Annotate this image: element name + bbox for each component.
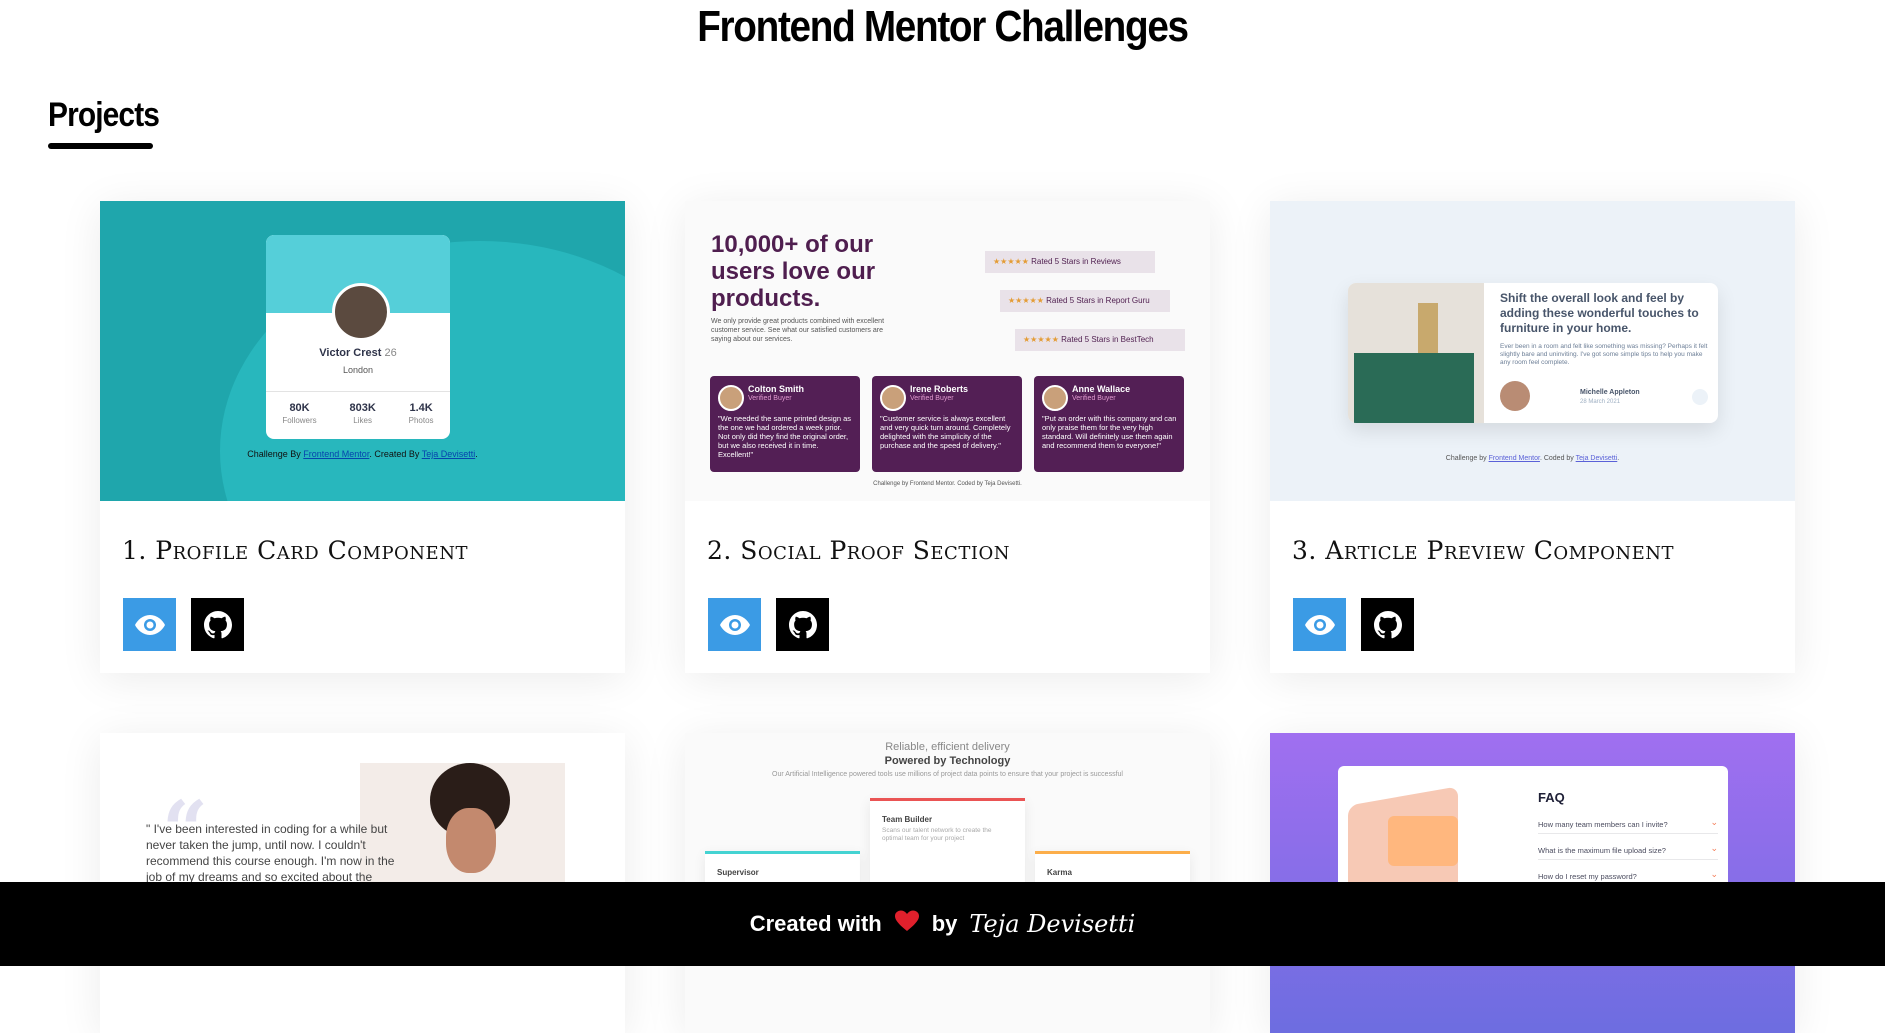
review-text: "We needed the same printed design as th…: [718, 414, 852, 459]
profile-location: London: [342, 365, 374, 375]
rating-bar: ★★★★★ Rated 5 Stars in BestTech: [1015, 329, 1185, 351]
article-heading: Shift the overall look and feel by addin…: [1500, 291, 1699, 335]
reviewer-name: Anne Wallace: [1072, 384, 1131, 394]
view-live-button[interactable]: [1293, 598, 1346, 651]
stat-photos: 1.4K Photos: [408, 402, 434, 425]
review-text: "Put an order with this company and can …: [1042, 414, 1177, 450]
avatar: [1042, 385, 1068, 411]
project-preview-image[interactable]: Victor Crest 26 London 80K Followers 803K…: [100, 201, 625, 501]
preview-paragraph: Our Artificial Intelligence powered tool…: [772, 771, 1123, 778]
review-card: Irene Roberts Verified Buyer "Customer s…: [872, 376, 1022, 472]
avatar: [718, 385, 744, 411]
profile-card-preview: Victor Crest 26 London 80K Followers 803K…: [266, 235, 450, 439]
eye-icon: [134, 614, 165, 635]
github-repo-button[interactable]: [191, 598, 244, 651]
photo-face: [446, 808, 496, 873]
footer-by: by: [931, 911, 958, 936]
reviewer-name: Colton Smith: [748, 384, 804, 394]
project-card: Victor Crest 26 London 80K Followers 803K…: [100, 201, 625, 673]
project-title: 2. Social Proof Section: [707, 536, 1010, 565]
footer-created-with: Created with: [749, 911, 882, 936]
project-preview-image[interactable]: Shift the overall look and feel by addin…: [1270, 201, 1795, 501]
avatar: [880, 385, 906, 411]
preview-credit: Challenge By Frontend Mentor. Created By…: [247, 449, 478, 459]
rating-bar: ★★★★★ Rated 5 Stars in Reviews: [985, 251, 1155, 273]
reviewer-name: Irene Roberts: [910, 384, 969, 394]
eye-icon: [1304, 614, 1335, 635]
footer-author: Teja Devisetti: [969, 910, 1136, 938]
project-card: 10,000+ of our users love our products. …: [685, 201, 1210, 673]
github-icon: [203, 610, 232, 638]
testimonial-quote: " I've been interested in coding for a w…: [146, 822, 395, 884]
article-date: 28 March 2021: [1580, 399, 1621, 405]
preview-line1: Reliable, efficient delivery: [885, 741, 1010, 753]
project-title: 3. Article Preview Component: [1292, 536, 1675, 565]
stat-followers: 80K Followers: [282, 402, 317, 425]
article-author: Michelle Appleton: [1580, 389, 1640, 396]
preview-heading: 10,000+ of our users love our products.: [711, 231, 876, 312]
illustration-screen: [1388, 816, 1458, 866]
github-repo-button[interactable]: [1361, 598, 1414, 651]
avatar: [332, 283, 390, 341]
article-card-preview: Shift the overall look and feel by addin…: [1348, 283, 1718, 423]
faq-question: What is the maximum file upload size?: [1538, 843, 1718, 860]
reviewer-tag: Verified Buyer: [748, 395, 792, 402]
heart-icon: [894, 910, 920, 938]
article-image: [1348, 283, 1484, 423]
eye-icon: [719, 614, 750, 635]
vase: [1418, 303, 1438, 353]
reviewer-tag: Verified Buyer: [1072, 395, 1116, 402]
avatar: [1500, 381, 1530, 411]
footer: Created with by Teja Devisetti: [0, 882, 1885, 966]
github-repo-button[interactable]: [776, 598, 829, 651]
faq-question: How many team members can I invite?: [1538, 817, 1718, 834]
share-icon: [1692, 389, 1708, 405]
profile-name: Victor Crest 26: [319, 347, 397, 359]
article-body: Ever been in a room and felt like someth…: [1500, 343, 1708, 366]
rating-bar: ★★★★★ Rated 5 Stars in Report Guru: [1000, 290, 1170, 312]
project-card: Shift the overall look and feel by addin…: [1270, 201, 1795, 673]
view-live-button[interactable]: [123, 598, 176, 651]
preview-line2: Powered by Technology: [884, 755, 1011, 767]
reviewer-tag: Verified Buyer: [910, 395, 954, 402]
page-title: Frontend Mentor Challenges: [697, 2, 1189, 51]
project-title: 1. Profile Card Component: [122, 536, 468, 565]
section-title: Projects: [48, 96, 160, 134]
github-icon: [788, 610, 817, 638]
section-underline: [48, 143, 153, 149]
stat-likes: 803K Likes: [349, 402, 376, 425]
review-card: Colton Smith Verified Buyer "We needed t…: [710, 376, 860, 472]
preview-credit: Challenge by Frontend Mentor. Coded by T…: [873, 481, 1022, 487]
view-live-button[interactable]: [708, 598, 761, 651]
review-text: "Customer service is always excellent an…: [880, 414, 1011, 450]
github-icon: [1373, 610, 1402, 638]
profile-stats: 80K Followers 803K Likes 1.4K Photos: [266, 391, 450, 425]
preview-credit: Challenge by Frontend Mentor. Coded by T…: [1445, 455, 1620, 462]
faq-heading: FAQ: [1538, 790, 1565, 805]
dresser: [1354, 353, 1474, 423]
preview-subtext: We only provide great products combined …: [711, 318, 885, 343]
review-card: Anne Wallace Verified Buyer "Put an orde…: [1034, 376, 1184, 472]
project-preview-image[interactable]: 10,000+ of our users love our products. …: [685, 201, 1210, 501]
